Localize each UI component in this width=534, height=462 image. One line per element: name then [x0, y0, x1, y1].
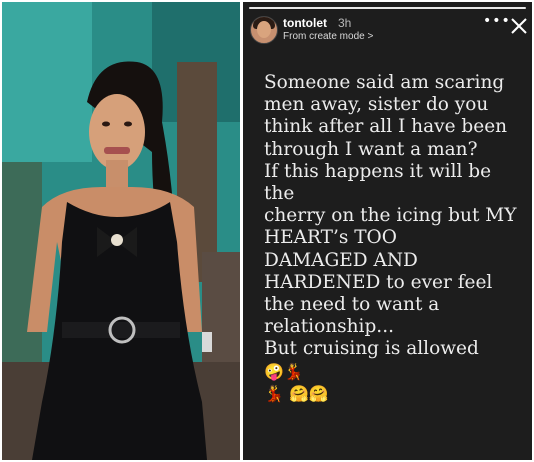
story-caption: Someone said am scaring men away, sister…: [264, 72, 526, 405]
story-progress-bar: [249, 7, 526, 9]
caption-emojis-line2: 💃 🤗🤗: [264, 383, 329, 403]
more-options-icon[interactable]: •••: [483, 14, 510, 30]
username[interactable]: tontolet: [283, 16, 327, 30]
post-time: 3h: [338, 16, 352, 30]
woman-portrait-photo: [2, 2, 240, 460]
caption-emojis-line1: 🤪💃: [264, 361, 304, 381]
create-mode-link[interactable]: From create mode >: [283, 31, 373, 42]
avatar[interactable]: [250, 16, 278, 44]
story-panel: tontolet 3h From create mode > ••• Someo…: [243, 2, 532, 460]
photo-panel: [2, 2, 240, 460]
close-icon[interactable]: [510, 17, 528, 35]
caption-text: Someone said am scaring men away, sister…: [264, 72, 517, 360]
